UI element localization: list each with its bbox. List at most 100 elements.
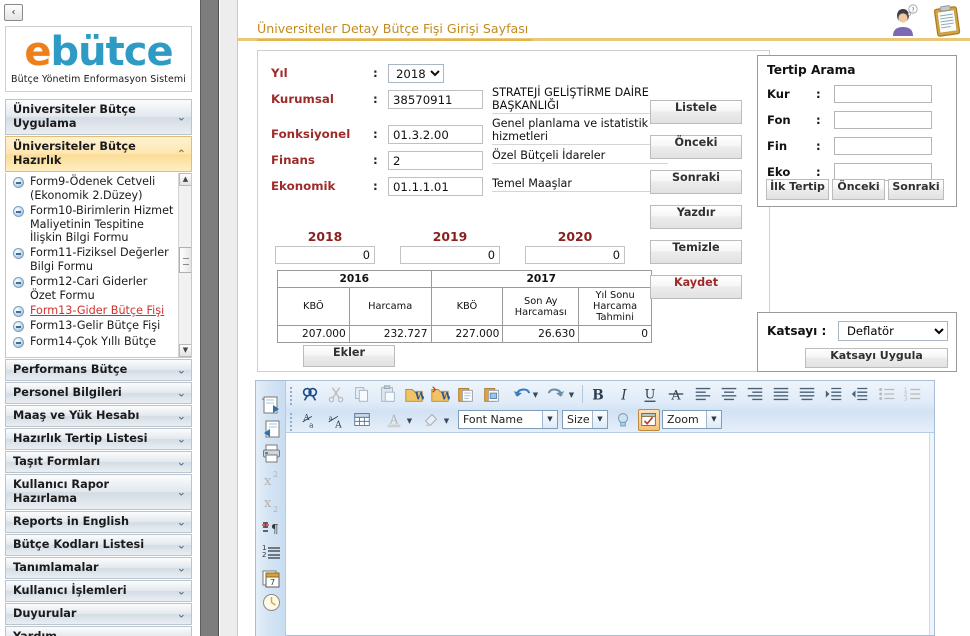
sonraki-button[interactable]: Sonraki (650, 170, 742, 194)
sidebar-section-0[interactable]: Performans Bütçe ⌄ (5, 359, 192, 381)
sidebar-scrollbar[interactable]: ▲ ▼ (178, 173, 191, 357)
sidebar-section-5[interactable]: Kullanıcı Rapor Hazırlama ⌄ (5, 474, 192, 510)
paste-icon[interactable] (377, 383, 399, 405)
paste-plain-icon[interactable] (455, 383, 477, 405)
paragraph-marks-icon[interactable]: ¶ (261, 518, 282, 539)
undo-icon[interactable] (510, 383, 532, 405)
indent-increase-icon[interactable] (823, 383, 845, 405)
list-item[interactable]: Form9-Ödenek Cetveli (Ekonomik 2.Düzey) (8, 174, 176, 203)
tertip-fin-input[interactable] (834, 137, 932, 155)
insert-time-icon[interactable] (261, 592, 282, 613)
redo-dropdown-icon[interactable]: ▼ (566, 383, 577, 405)
year-value-2020[interactable] (525, 246, 625, 264)
align-center-icon[interactable] (718, 383, 740, 405)
undo-dropdown-icon[interactable]: ▼ (530, 383, 541, 405)
numbered-list-icon[interactable]: 123 (902, 383, 924, 405)
user-thinking-icon[interactable]: ? (888, 3, 924, 39)
page-export-icon[interactable] (261, 395, 282, 416)
line-numbering-icon[interactable]: 1 2 (261, 542, 282, 563)
sidebar-section-6[interactable]: Reports in English ⌄ (5, 511, 192, 533)
sidebar-section-hazirlik[interactable]: Üniversiteler Bütçe Hazırlık ⌃ (5, 136, 192, 172)
zoom-toggle-icon[interactable] (638, 409, 660, 431)
font-color-icon[interactable]: A (383, 409, 405, 431)
paste-special-icon[interactable] (481, 383, 503, 405)
tertip-fon-input[interactable] (834, 111, 932, 129)
redo-icon[interactable] (546, 383, 568, 405)
page-import-icon[interactable] (261, 419, 282, 440)
katsayi-select[interactable]: Deflatör (838, 321, 948, 341)
kurumsal-input[interactable] (388, 90, 483, 109)
bulb-icon[interactable] (612, 409, 634, 431)
sidebar-section-9[interactable]: Kullanıcı İşlemleri ⌄ (5, 580, 192, 602)
chevron-down-icon[interactable]: ▼ (592, 411, 607, 428)
finans-input[interactable] (388, 151, 483, 170)
list-item[interactable]: Form14-Çok Yıllı Bütçe (8, 334, 176, 349)
align-left-icon[interactable] (692, 383, 714, 405)
ekler-button[interactable]: Ekler (303, 345, 395, 367)
year-value-2019[interactable] (400, 246, 500, 264)
zoom-combo[interactable]: Zoom ▼ (662, 410, 722, 429)
indent-decrease-icon[interactable] (849, 383, 871, 405)
katsayi-apply-button[interactable]: Katsayı Uygula (805, 348, 948, 368)
temizle-button[interactable]: Temizle (650, 240, 742, 264)
kaydet-button[interactable]: Kaydet (650, 275, 742, 299)
subscript-icon[interactable]: x 2 (261, 493, 282, 514)
increase-font-icon[interactable]: a A (325, 409, 347, 431)
superscript-icon[interactable]: x 2 (261, 469, 282, 490)
sidebar-section-3[interactable]: Hazırlık Tertip Listesi ⌄ (5, 428, 192, 450)
align-justify-icon[interactable] (770, 383, 792, 405)
bullet-list-icon[interactable] (876, 383, 898, 405)
strikethrough-icon[interactable]: A (665, 383, 687, 405)
sidebar-section-1[interactable]: Personel Bilgileri ⌄ (5, 382, 192, 404)
scrollbar-thumb[interactable] (179, 247, 191, 273)
fonksiyonel-input[interactable] (388, 125, 483, 144)
align-right-icon[interactable] (744, 383, 766, 405)
year-value-2018[interactable] (275, 246, 375, 264)
sidebar-section-10[interactable]: Duyurular ⌄ (5, 603, 192, 625)
save-word-icon[interactable]: W (429, 383, 451, 405)
sidebar-section-7[interactable]: Bütçe Kodları Listesi ⌄ (5, 534, 192, 556)
chevron-down-icon[interactable]: ▼ (706, 411, 721, 428)
list-item[interactable]: Form12-Cari Giderler Özet Formu (8, 274, 176, 303)
year-select[interactable]: 201820192020 (388, 64, 444, 83)
print-icon[interactable] (261, 443, 282, 464)
font-name-combo[interactable]: Font Name ▼ (458, 410, 558, 429)
list-item[interactable]: Form10-Birimlerin Hizmet Maliyetinin Tes… (8, 203, 176, 245)
sidebar-section-uygulama[interactable]: Üniversiteler Bütçe Uygulama ⌄ (5, 99, 192, 135)
open-word-icon[interactable]: W (403, 383, 425, 405)
ilk-tertip-button[interactable]: İlk Tertip (766, 179, 829, 200)
list-item[interactable]: Form11-Fiziksel Değerler Bilgi Formu (8, 245, 176, 274)
clipboard-icon[interactable] (930, 4, 964, 38)
listele-button[interactable]: Listele (650, 100, 742, 124)
sidebar-section-11[interactable]: Yardım ⌄ (5, 626, 192, 636)
underline-icon[interactable]: U (639, 383, 661, 405)
tertip-kur-input[interactable] (834, 85, 932, 103)
tertip-onceki-button[interactable]: Önceki (832, 179, 885, 200)
font-color-dropdown-icon[interactable]: ▼ (404, 409, 415, 431)
highlight-color-dropdown-icon[interactable]: ▼ (441, 409, 452, 431)
sidebar-section-8[interactable]: Tanımlamalar ⌄ (5, 557, 192, 579)
back-button[interactable]: ‹ (4, 4, 23, 21)
insert-date-icon[interactable]: 7 (261, 568, 282, 589)
sidebar-section-4[interactable]: Taşıt Formları ⌄ (5, 451, 192, 473)
list-item[interactable]: Form13-Gelir Bütçe Fişi (8, 318, 176, 333)
scroll-up-icon[interactable]: ▲ (179, 173, 191, 186)
insert-table-icon[interactable] (351, 409, 373, 431)
font-size-combo[interactable]: Size ▼ (562, 410, 608, 429)
align-distribute-icon[interactable] (796, 383, 818, 405)
cut-icon[interactable] (325, 383, 347, 405)
copy-icon[interactable] (351, 383, 373, 405)
onceki-button[interactable]: Önceki (650, 135, 742, 159)
sidebar-section-2[interactable]: Maaş ve Yük Hesabı ⌄ (5, 405, 192, 427)
highlight-color-icon[interactable] (420, 409, 442, 431)
decrease-font-icon[interactable]: A a (299, 409, 321, 431)
find-icon[interactable] (299, 383, 321, 405)
italic-icon[interactable]: I (613, 383, 635, 405)
ekonomik-input[interactable] (388, 177, 483, 196)
scroll-down-icon[interactable]: ▼ (179, 344, 191, 357)
list-item-form13-gider[interactable]: Form13-Gider Bütçe Fişi (8, 303, 176, 318)
editor-content-area[interactable] (286, 433, 934, 635)
chevron-down-icon[interactable]: ▼ (542, 411, 557, 428)
tertip-sonraki-button[interactable]: Sonraki (888, 179, 944, 200)
bold-icon[interactable]: B (587, 383, 609, 405)
